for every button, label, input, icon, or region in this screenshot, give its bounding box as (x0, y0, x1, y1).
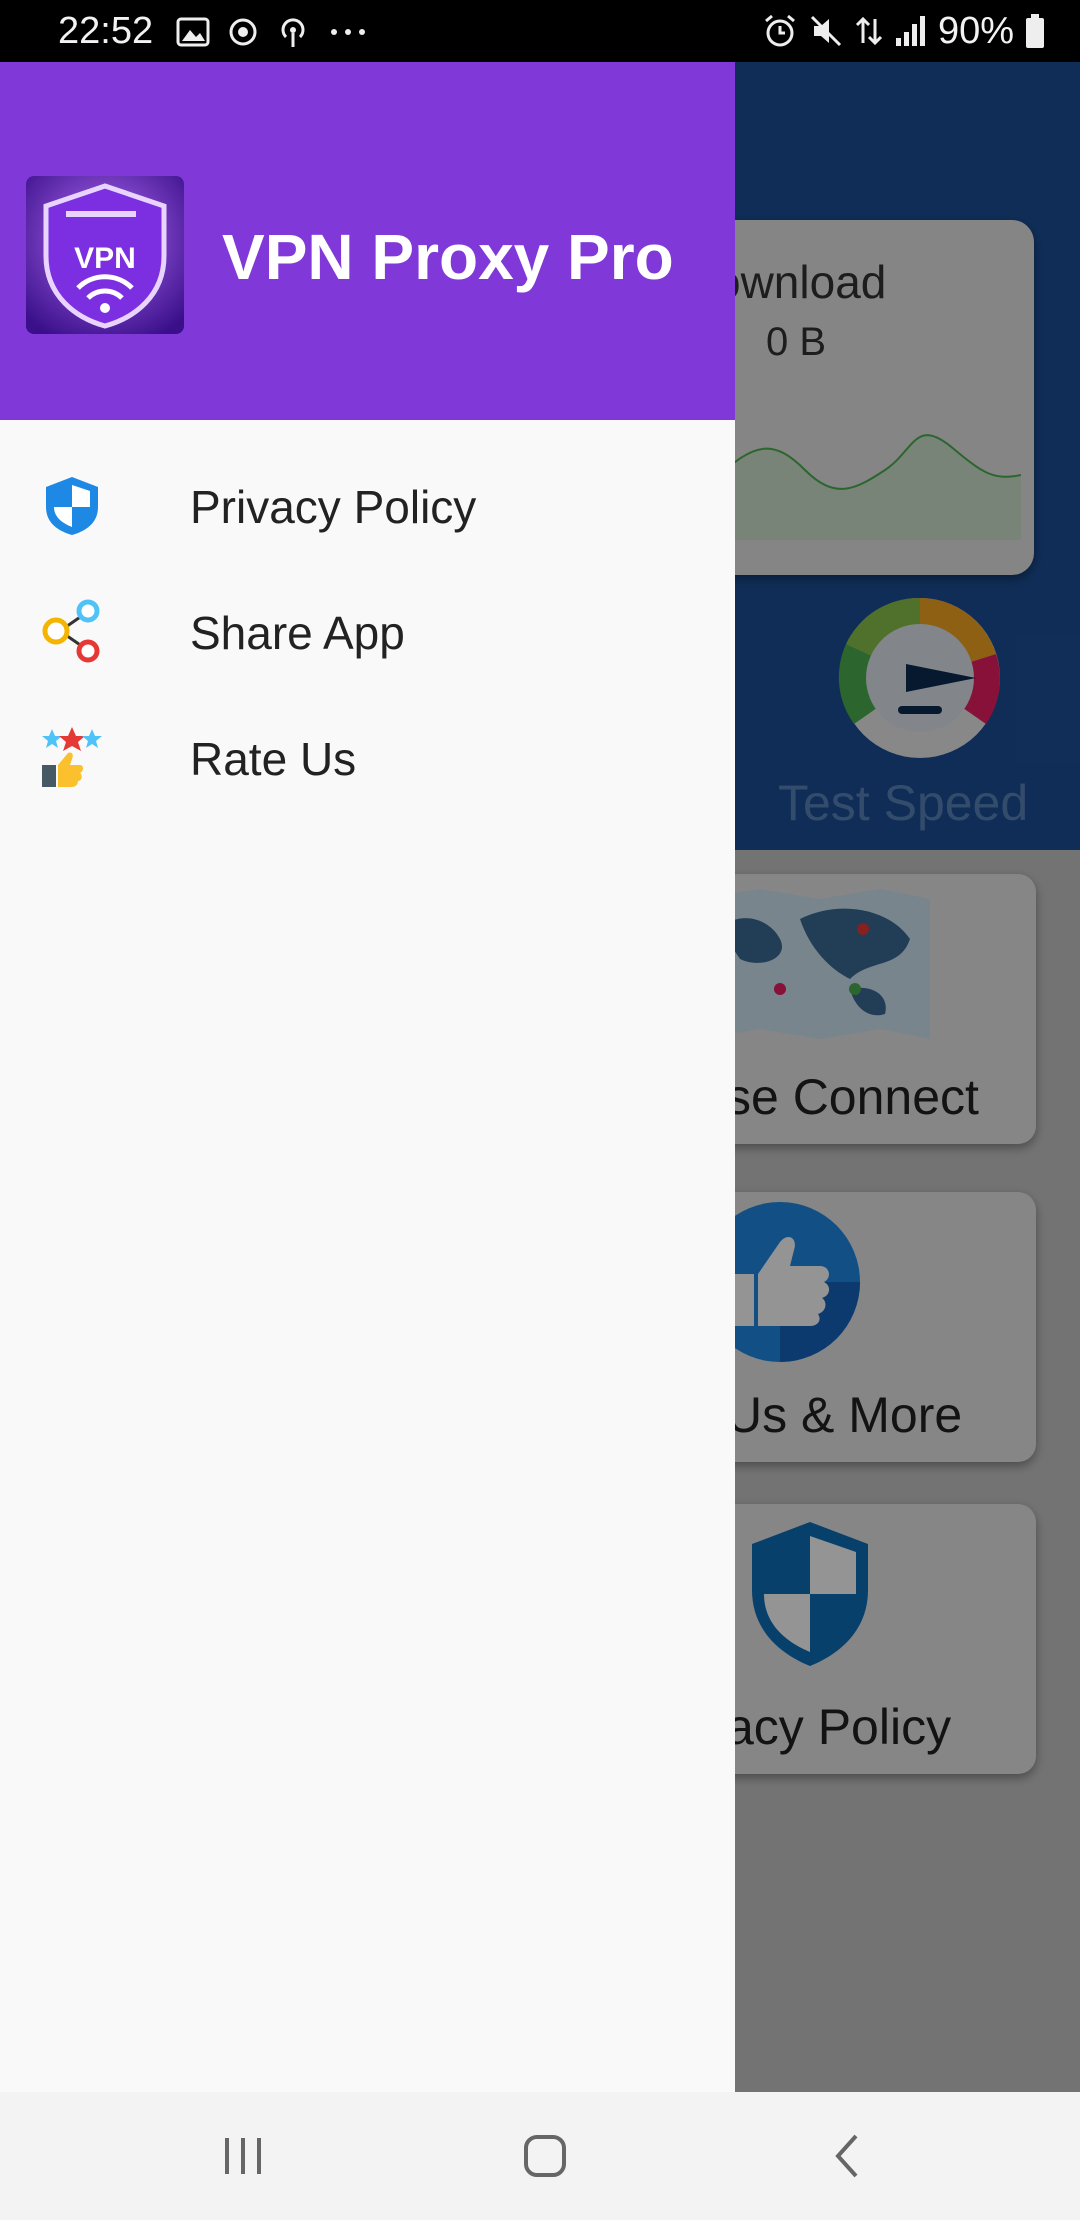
home-icon[interactable] (500, 2116, 590, 2196)
menu-item-privacy-policy[interactable]: Privacy Policy (0, 442, 735, 568)
status-time: 22:52 (58, 10, 154, 52)
status-left-icons (176, 12, 370, 52)
menu-item-rate-us[interactable]: Rate Us (0, 694, 735, 820)
menu-label-share-app: Share App (190, 607, 405, 659)
data-arrows-icon (855, 16, 882, 46)
app-logo-text: VPN (74, 242, 136, 275)
more-dots-icon (331, 29, 365, 35)
app-title: VPN Proxy Pro (222, 221, 674, 293)
mute-icon (810, 15, 841, 47)
status-bar: 22:52 90% (0, 0, 1080, 62)
signal-icon (895, 16, 925, 46)
menu-label-rate-us: Rate Us (190, 733, 357, 785)
recent-apps-icon[interactable] (198, 2116, 288, 2196)
share-icon (42, 599, 100, 663)
menu-item-share-app[interactable]: Share App (0, 568, 735, 694)
system-nav-bar (0, 2092, 1080, 2220)
menu-label-privacy-policy: Privacy Policy (190, 481, 477, 533)
status-right-icons: 90% (762, 8, 1046, 54)
alarm-icon (764, 14, 795, 47)
hotspot-icon (281, 18, 305, 47)
shield-icon (46, 477, 98, 535)
navigation-drawer: VPN VPN Proxy Pro Privacy Policy Share A… (0, 62, 735, 2092)
back-icon[interactable] (802, 2116, 892, 2196)
app-logo: VPN (26, 176, 184, 334)
battery-icon (1026, 14, 1044, 48)
battery-percent: 90% (937, 9, 1014, 52)
gallery-icon (176, 17, 210, 47)
rate-stars-icon (42, 727, 102, 787)
screen: 22:52 90% ownload 0 B Test Speed se Conn… (0, 0, 1080, 2220)
sync-icon (229, 18, 257, 46)
drawer-header: VPN VPN Proxy Pro (0, 62, 735, 420)
